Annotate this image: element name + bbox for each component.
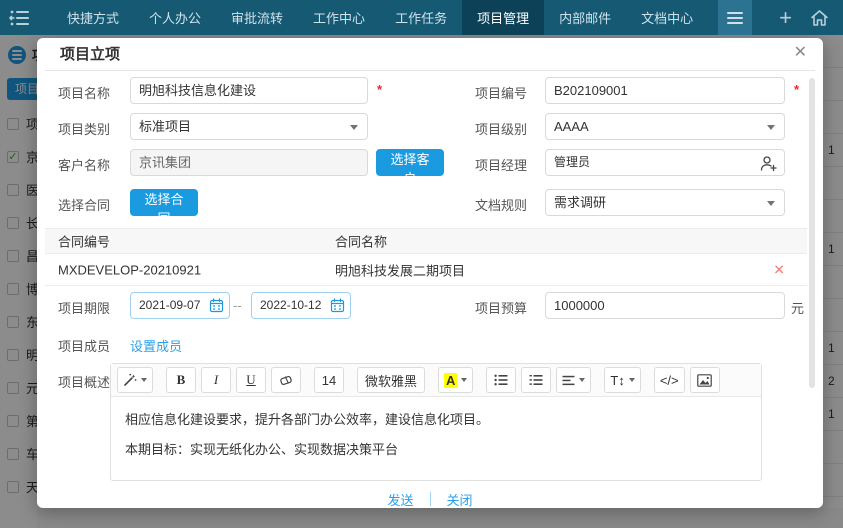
summary-paragraph: 本期目标：实现无纸化办公、实现数据决策平台	[125, 440, 747, 460]
contract-code-cell: MXDEVELOP-20210921	[58, 262, 201, 277]
project-code-label: 项目编号	[475, 83, 527, 102]
contract-table: 合同编号 合同名称 MXDEVELOP-20210921 明旭科技发展二期项目 …	[45, 228, 807, 286]
project-type-select[interactable]: 标准项目	[130, 113, 368, 140]
add-user-icon[interactable]	[760, 155, 777, 172]
home-icon[interactable]	[810, 9, 829, 27]
ordered-list-icon	[529, 374, 543, 386]
nav-item-work-tasks[interactable]: 工作任务	[380, 0, 462, 35]
set-members-link[interactable]: 设置成员	[130, 336, 182, 355]
editor-content[interactable]: 相应信息化建设要求，提升各部门办公效率，建设信息化项目。 本期目标：实现无纸化办…	[111, 397, 761, 472]
align-icon	[562, 375, 575, 386]
doc-rule-label: 文档规则	[475, 195, 527, 214]
italic-button[interactable]: I	[201, 367, 231, 393]
chevron-down-icon	[141, 378, 147, 382]
customer-name-input: 京讯集团	[130, 149, 368, 176]
image-icon	[697, 374, 712, 387]
calendar-icon[interactable]	[330, 298, 345, 313]
project-members-label: 项目成员	[58, 336, 110, 355]
project-period-label: 项目期限	[58, 298, 110, 317]
delete-contract-icon[interactable]: ✕	[773, 261, 785, 278]
project-code-input[interactable]: B202109001	[545, 77, 785, 104]
top-navbar: 快捷方式 个人办公 审批流转 工作中心 工作任务 项目管理 内部邮件 文档中心 …	[0, 0, 843, 35]
eraser-icon	[279, 374, 293, 387]
nav-item-work-center[interactable]: 工作中心	[298, 0, 380, 35]
project-level-select[interactable]: AAAA	[545, 113, 785, 140]
dialog-title: 项目立项	[60, 38, 120, 71]
project-name-input[interactable]: 明旭科技信息化建设	[130, 77, 368, 104]
budget-unit: 元	[791, 298, 804, 317]
chevron-down-icon	[350, 125, 358, 130]
more-menu-icon[interactable]	[718, 0, 752, 35]
select-contract-label: 选择合同	[58, 195, 110, 214]
chevron-down-icon	[579, 378, 585, 382]
nav-item-internal-mail[interactable]: 内部邮件	[544, 0, 626, 35]
project-budget-label: 项目预算	[475, 298, 527, 317]
magic-format-button[interactable]	[117, 367, 153, 393]
underline-button[interactable]: U	[236, 367, 266, 393]
navbar-right-actions: +	[779, 0, 843, 35]
screen: 快捷方式 个人办公 审批流转 工作中心 工作任务 项目管理 内部邮件 文档中心 …	[0, 0, 843, 528]
magic-wand-icon	[123, 373, 137, 387]
bullet-list-button[interactable]	[486, 367, 516, 393]
dialog-header: 项目立项	[45, 38, 815, 71]
nav-item-personal-office[interactable]: 个人办公	[134, 0, 216, 35]
bold-button[interactable]: B	[166, 367, 196, 393]
project-manager-input[interactable]: 管理员	[545, 149, 785, 176]
font-color-button[interactable]: A	[438, 367, 473, 393]
chevron-down-icon	[461, 378, 467, 382]
date-range-separator: --	[233, 298, 242, 313]
select-contract-button[interactable]: 选择合同	[130, 189, 198, 216]
select-customer-button[interactable]: 选择客户	[376, 149, 444, 176]
dialog-footer: 发送 关闭	[37, 486, 823, 512]
footer-divider	[430, 492, 431, 506]
contract-name-cell: 明旭科技发展二期项目	[335, 260, 465, 279]
contract-table-header: 合同编号 合同名称	[45, 228, 807, 254]
send-button[interactable]: 发送	[387, 490, 413, 509]
required-star: *	[794, 82, 799, 97]
customer-name-label: 客户名称	[58, 155, 110, 174]
close-button[interactable]: 关闭	[447, 490, 473, 509]
project-initiation-dialog: 项目立项 ✕ 项目名称 明旭科技信息化建设 * 项目编号 B202109001 …	[37, 38, 823, 508]
project-type-label: 项目类别	[58, 119, 110, 138]
font-size-button[interactable]: 14	[314, 367, 344, 393]
bullet-list-icon	[494, 374, 508, 386]
editor-toolbar: B I U 14 微软雅黑 A	[111, 364, 761, 397]
summary-paragraph: 相应信息化建设要求，提升各部门办公效率，建设信息化项目。	[125, 410, 747, 430]
font-family-button[interactable]: 微软雅黑	[357, 367, 425, 393]
project-level-label: 项目级别	[475, 119, 527, 138]
chevron-down-icon	[767, 125, 775, 130]
contract-code-header: 合同编号	[58, 232, 110, 251]
project-name-label: 项目名称	[58, 83, 110, 102]
nav-item-shortcuts[interactable]: 快捷方式	[52, 0, 134, 35]
calendar-icon[interactable]	[209, 298, 224, 313]
nav-item-approval-flow[interactable]: 审批流转	[216, 0, 298, 35]
project-manager-label: 项目经理	[475, 155, 527, 174]
required-star: *	[377, 82, 382, 97]
dialog-scrollbar[interactable]	[809, 78, 815, 388]
insert-image-button[interactable]	[690, 367, 720, 393]
project-budget-input[interactable]: 1000000	[545, 292, 785, 319]
chevron-down-icon	[629, 378, 635, 382]
end-date-input[interactable]: 2022-10-12	[251, 292, 351, 319]
ordered-list-button[interactable]	[521, 367, 551, 393]
rich-text-editor: B I U 14 微软雅黑 A	[110, 363, 762, 481]
plus-icon[interactable]: +	[779, 7, 792, 29]
table-row: MXDEVELOP-20210921 明旭科技发展二期项目 ✕	[45, 254, 807, 286]
nav-item-document-center[interactable]: 文档中心	[626, 0, 708, 35]
eraser-button[interactable]	[271, 367, 301, 393]
collapse-menu-icon[interactable]	[0, 0, 40, 35]
nav-item-project-management[interactable]: 项目管理	[462, 0, 544, 35]
align-button[interactable]	[556, 367, 591, 393]
close-icon[interactable]: ✕	[794, 45, 807, 61]
code-view-button[interactable]: </>	[654, 367, 685, 393]
line-height-button[interactable]: T↕	[604, 367, 640, 393]
start-date-input[interactable]: 2021-09-07	[130, 292, 230, 319]
chevron-down-icon	[767, 201, 775, 206]
project-summary-label: 项目概述	[58, 372, 110, 391]
doc-rule-select[interactable]: 需求调研	[545, 189, 785, 216]
nav-menu: 快捷方式 个人办公 审批流转 工作中心 工作任务 项目管理 内部邮件 文档中心	[52, 0, 708, 35]
contract-name-header: 合同名称	[335, 232, 387, 251]
